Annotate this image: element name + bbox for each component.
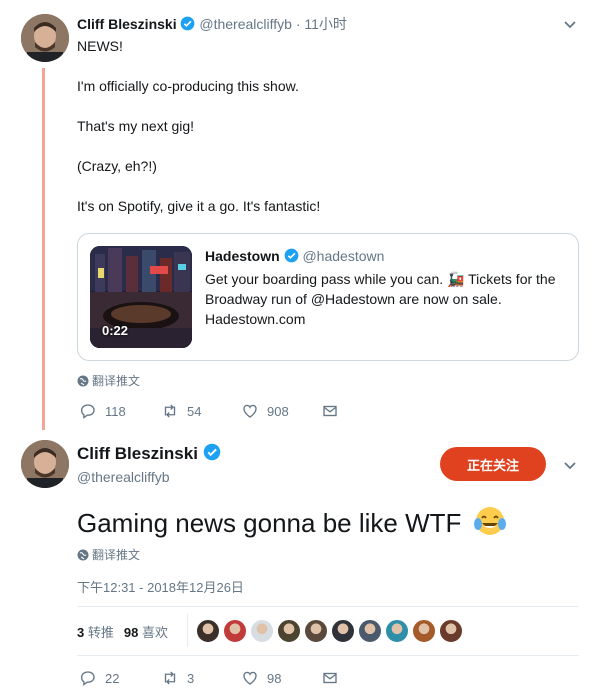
retweets-stat-count: 3: [77, 625, 85, 640]
video-thumbnail[interactable]: 0:22: [90, 246, 192, 348]
heart-icon: [243, 404, 257, 418]
tweet-text: Gaming news gonna be like WTF: [77, 504, 507, 541]
retweet-button[interactable]: 3: [161, 669, 241, 687]
retweet-count: 3: [187, 670, 195, 686]
globe-icon: [77, 549, 89, 560]
quoted-author-name[interactable]: Hadestown: [205, 248, 280, 264]
direct-message-button[interactable]: [321, 402, 339, 420]
envelope-icon: [323, 672, 337, 684]
translate-label: 翻译推文: [92, 548, 141, 562]
retweets-stat-label: 转推: [87, 625, 114, 640]
like-button[interactable]: 908: [241, 402, 321, 420]
quoted-tweet-header: Hadestown @hadestown: [205, 248, 384, 264]
tweet-text: NEWS! I'm officially co-producing this s…: [77, 36, 577, 236]
quoted-author-handle[interactable]: @hadestown: [302, 248, 384, 264]
heart-icon: [243, 671, 257, 685]
liker-avatar[interactable]: [439, 619, 463, 643]
liker-avatar[interactable]: [250, 619, 274, 643]
tweet-time[interactable]: · 11小时: [296, 16, 347, 32]
tweet-actions: 22 3 98: [79, 669, 339, 687]
likes-stat[interactable]: 98 喜欢: [124, 622, 168, 641]
reply-icon: [80, 671, 95, 686]
retweet-icon: [164, 671, 176, 685]
tweet-line: NEWS!: [77, 38, 123, 54]
thread-connector: [42, 68, 45, 430]
tweet-header: Cliff Bleszinski @therealcliffyb · 11小时: [77, 14, 347, 34]
reply-button[interactable]: 118: [79, 402, 161, 420]
author-name[interactable]: Cliff Bleszinski: [77, 16, 177, 32]
reply-button[interactable]: 22: [79, 669, 161, 687]
author-handle[interactable]: @therealcliffyb: [77, 469, 170, 485]
reply-count: 22: [105, 670, 120, 686]
video-duration: 0:22: [102, 323, 129, 338]
retweet-icon: [164, 404, 176, 418]
tweet-timestamp[interactable]: 下午12:31 - 2018年12月26日: [77, 577, 244, 596]
tweet-stats: 3 转推 98 喜欢: [77, 622, 168, 641]
liker-avatar[interactable]: [196, 619, 220, 643]
tweet-actions: 118 54 908: [79, 402, 339, 420]
direct-message-button[interactable]: [321, 669, 339, 687]
reply-count: 118: [105, 403, 126, 419]
tweet-line: That's my next gig!: [77, 118, 195, 134]
following-button[interactable]: 正在关注: [440, 447, 546, 481]
translate-label: 翻译推文: [92, 374, 141, 388]
verified-badge-icon: [181, 16, 195, 31]
tweet-text-content: Gaming news gonna be like WTF: [77, 508, 462, 538]
translate-tweet-link[interactable]: 翻译推文: [77, 546, 140, 563]
liker-avatar[interactable]: [385, 619, 409, 643]
liker-avatar[interactable]: [412, 619, 436, 643]
divider: [187, 614, 188, 647]
author-name[interactable]: Cliff Bleszinski: [77, 444, 198, 463]
liker-avatars: [196, 619, 463, 643]
globe-icon: [77, 375, 89, 386]
quoted-tweet-card[interactable]: 0:22 Hadestown @hadestown Get your board…: [77, 233, 579, 361]
chevron-down-icon[interactable]: [562, 457, 578, 473]
like-count: 98: [267, 670, 282, 686]
reply-icon: [80, 404, 95, 419]
tweet-line: I'm officially co-producing this show.: [77, 78, 299, 94]
avatar[interactable]: [21, 14, 69, 62]
author-handle[interactable]: @therealcliffyb: [199, 16, 292, 32]
liker-avatar[interactable]: [331, 619, 355, 643]
verified-badge-icon: [284, 248, 298, 263]
likes-stat-count: 98: [123, 625, 139, 640]
tweet-line: It's on Spotify, give it a go. It's fant…: [77, 198, 321, 214]
tears-of-joy-emoji-icon: [473, 507, 506, 535]
verified-badge-icon: [203, 443, 220, 461]
translate-tweet-link[interactable]: 翻译推文: [77, 372, 140, 389]
retweets-stat[interactable]: 3 转推: [77, 622, 114, 641]
like-count: 908: [267, 403, 289, 419]
retweet-count: 54: [187, 403, 202, 419]
liker-avatar[interactable]: [223, 619, 247, 643]
tweet-line: (Crazy, eh?!): [77, 158, 157, 174]
chevron-down-icon[interactable]: [562, 16, 578, 32]
liker-avatar[interactable]: [358, 619, 382, 643]
divider: [77, 655, 579, 656]
liker-avatar[interactable]: [304, 619, 328, 643]
quoted-tweet-text: Get your boarding pass while you can. 🚂 …: [205, 271, 556, 327]
like-button[interactable]: 98: [241, 669, 321, 687]
avatar[interactable]: [21, 440, 69, 488]
likes-stat-label: 喜欢: [141, 625, 168, 640]
liker-avatar[interactable]: [277, 619, 301, 643]
retweet-button[interactable]: 54: [161, 402, 241, 420]
tweet-header: Cliff Bleszinski: [77, 443, 221, 464]
envelope-icon: [323, 405, 337, 417]
divider: [77, 606, 579, 607]
